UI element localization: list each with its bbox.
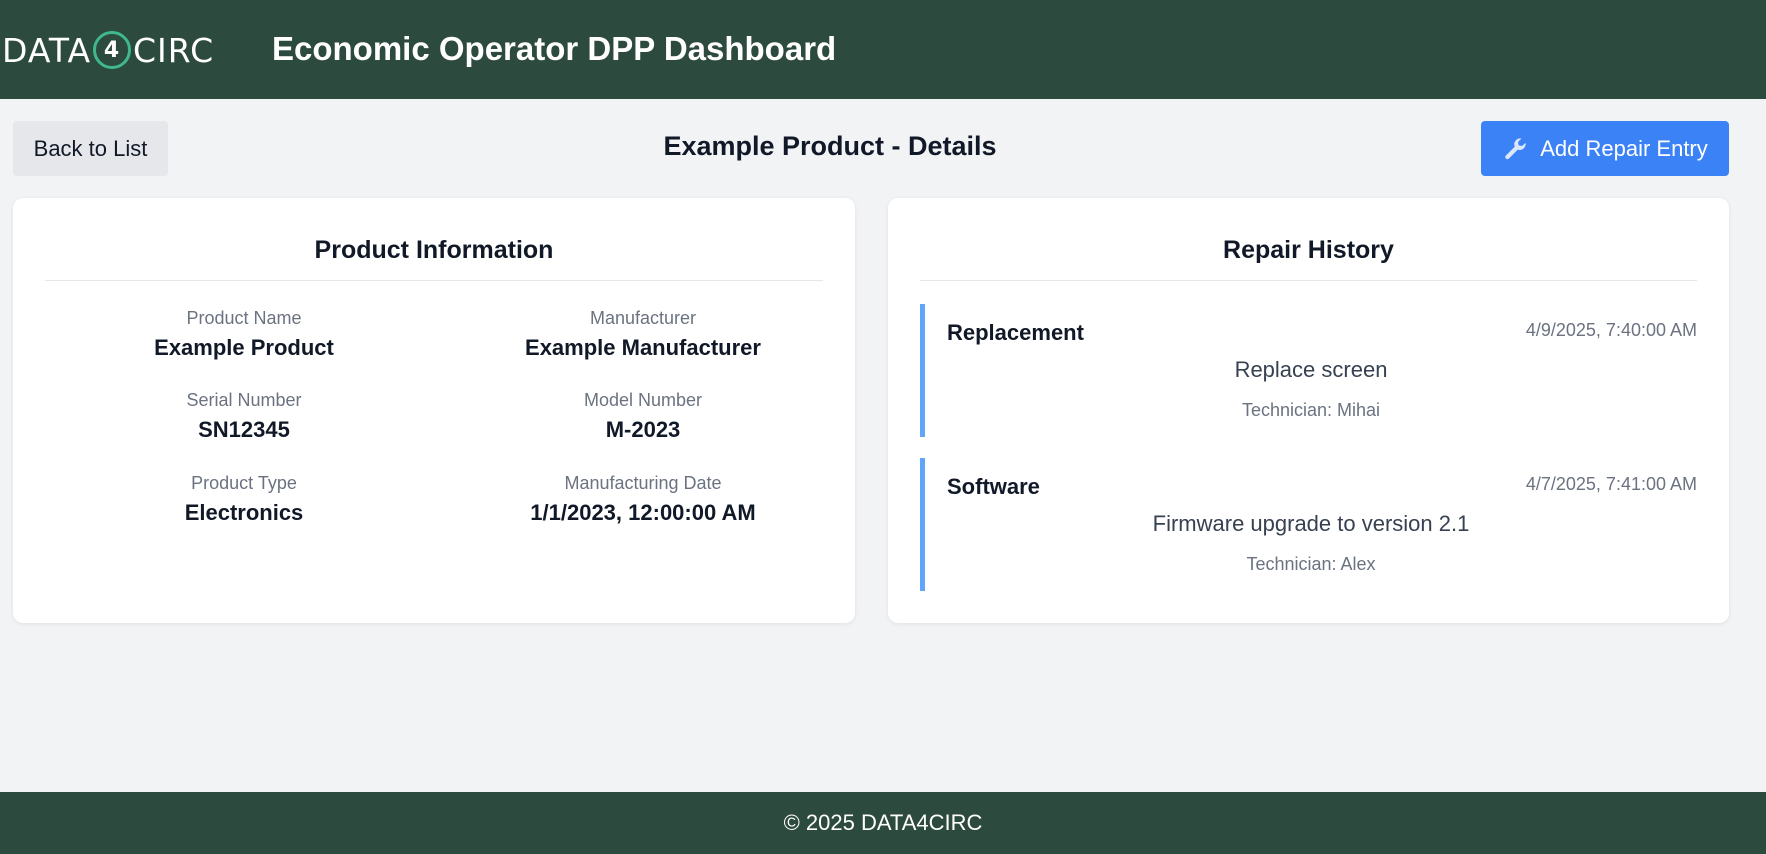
divider <box>45 280 823 281</box>
repair-description: Replace screen <box>1234 357 1388 382</box>
add-repair-entry-button[interactable]: Add Repair Entry <box>1481 121 1729 176</box>
field-label: Serial Number <box>186 390 302 410</box>
wrench-icon <box>1502 136 1528 162</box>
field-value: SN12345 <box>198 417 290 442</box>
field-serial-number: Serial Number SN12345 <box>54 389 434 444</box>
repair-type: Replacement <box>947 320 1084 345</box>
field-label: Product Name <box>186 308 302 328</box>
repair-history-title: Repair History <box>1223 236 1394 264</box>
repair-entry: Replacement 4/9/2025, 7:40:00 AM Replace… <box>920 304 1697 437</box>
field-value: Example Product <box>154 335 334 360</box>
field-product-name: Product Name Example Product <box>54 307 434 362</box>
field-value: Electronics <box>184 500 304 525</box>
footer-copyright: © 2025 DATA4CIRC <box>783 810 983 835</box>
logo-prefix: DATA <box>2 30 92 70</box>
field-value: M-2023 <box>605 417 681 442</box>
repair-date: 4/9/2025, 7:40:00 AM <box>1525 320 1697 340</box>
repair-type: Software <box>947 474 1040 499</box>
app-title: Economic Operator DPP Dashboard <box>272 30 837 67</box>
repair-entry: Software 4/7/2025, 7:41:00 AM Firmware u… <box>920 458 1697 591</box>
divider <box>920 280 1697 281</box>
field-manufacturer: Manufacturer Example Manufacturer <box>453 307 833 362</box>
logo-suffix: CIRC <box>133 30 215 70</box>
field-label: Manufacturing Date <box>564 473 722 493</box>
repair-description: Firmware upgrade to version 2.1 <box>1152 511 1470 536</box>
field-value: Example Manufacturer <box>525 335 761 360</box>
repair-technician: Technician: Alex <box>1246 554 1376 574</box>
data4circ-logo[interactable]: DATA 4 CIRC <box>2 28 242 72</box>
field-manufacturing-date: Manufacturing Date 1/1/2023, 12:00:00 AM <box>453 472 833 527</box>
footer: © 2025 DATA4CIRC <box>0 792 1766 854</box>
field-model-number: Model Number M-2023 <box>453 389 833 444</box>
field-label: Product Type <box>191 473 297 493</box>
repair-date: 4/7/2025, 7:41:00 AM <box>1525 474 1697 494</box>
repair-history-card: Repair History Replacement 4/9/2025, 7:4… <box>888 198 1729 623</box>
page-title: Example Product - Details <box>663 131 997 161</box>
field-label: Model Number <box>583 390 703 410</box>
product-information-title: Product Information <box>314 236 554 264</box>
logo-digit: 4 <box>93 31 132 69</box>
repair-technician: Technician: Mihai <box>1241 400 1381 420</box>
field-value: 1/1/2023, 12:00:00 AM <box>530 500 756 525</box>
field-product-type: Product Type Electronics <box>54 472 434 527</box>
top-navbar: DATA 4 CIRC Economic Operator DPP Dashbo… <box>0 0 1766 99</box>
add-repair-entry-label: Add Repair Entry <box>1540 135 1708 161</box>
product-information-card: Product Information Product Name Example… <box>13 198 855 623</box>
field-label: Manufacturer <box>589 308 697 328</box>
